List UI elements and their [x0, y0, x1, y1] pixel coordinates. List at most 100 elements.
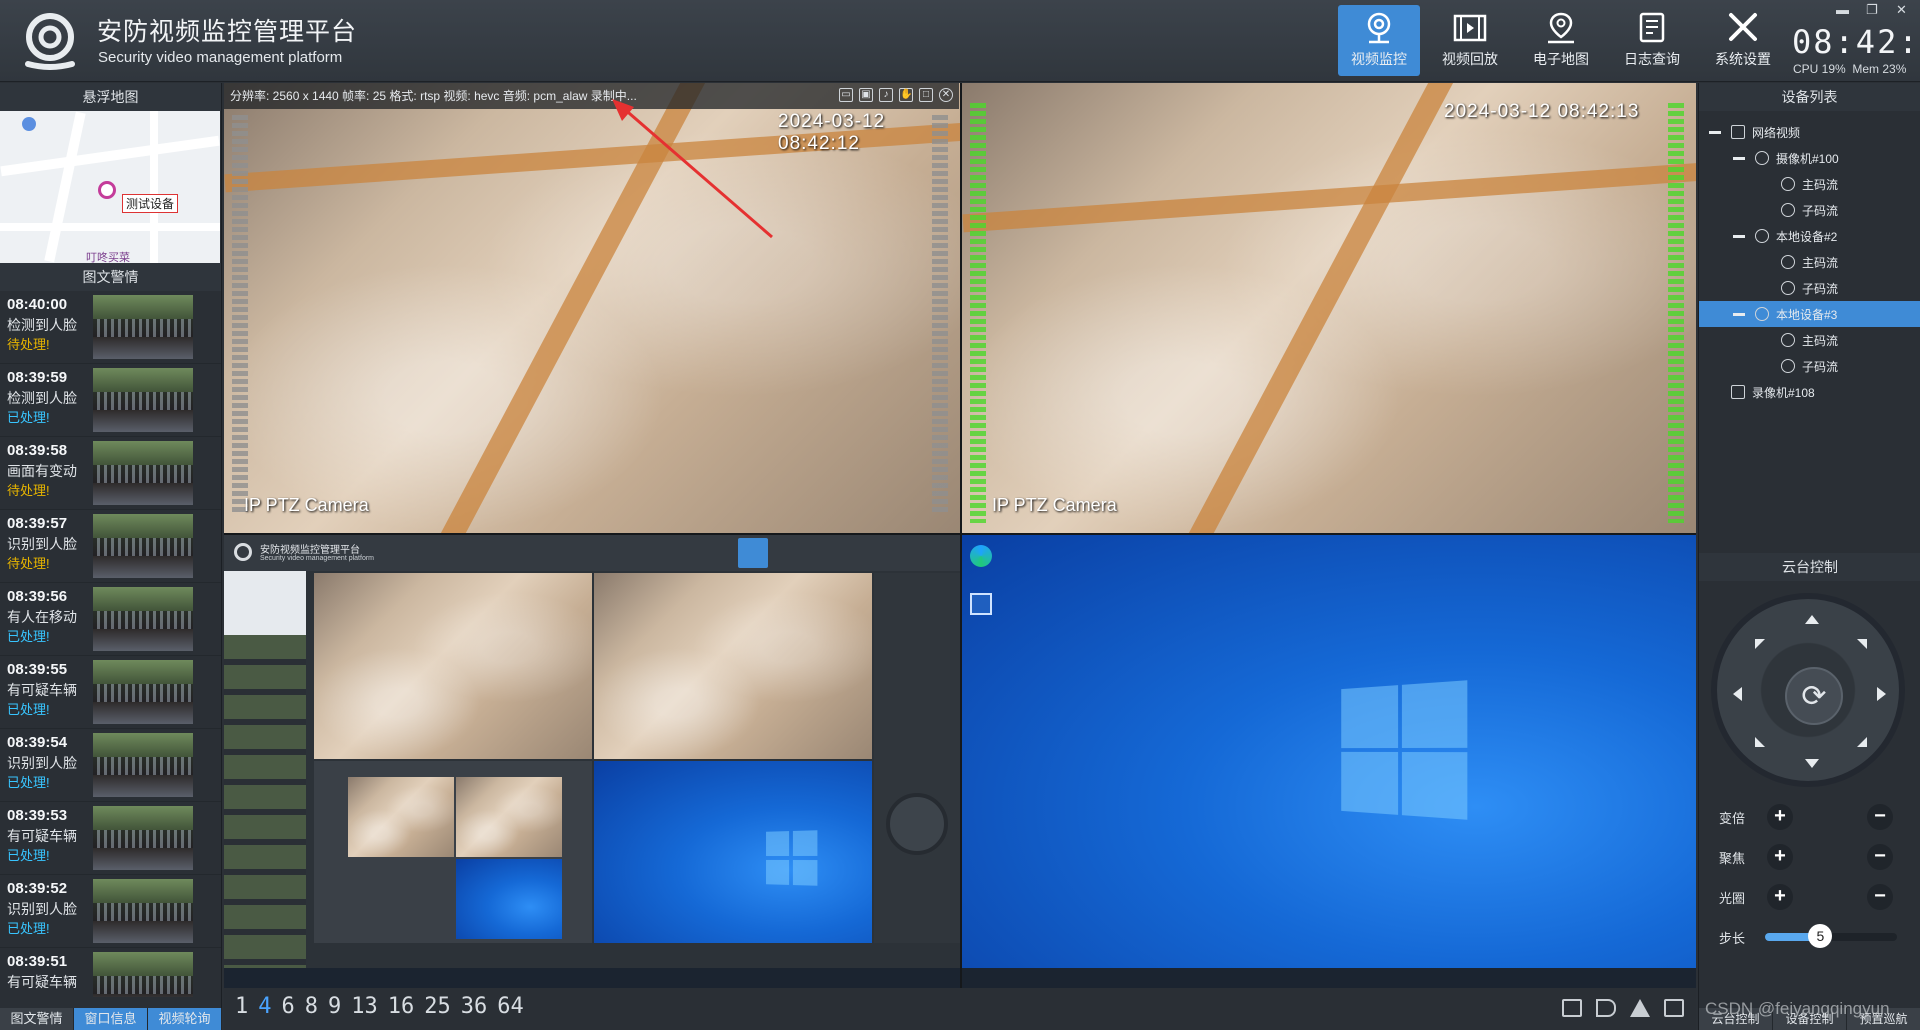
- alert-icon[interactable]: [1630, 999, 1650, 1017]
- device-tree-node[interactable]: 本地设备#3: [1699, 301, 1920, 327]
- snapshot-icon[interactable]: ▭: [839, 88, 853, 102]
- ptz-up-icon[interactable]: [1805, 615, 1819, 624]
- alarm-thumbnail[interactable]: [93, 952, 193, 997]
- device-tree-node[interactable]: 网络视频: [1699, 119, 1920, 145]
- zoom-in-button[interactable]: +: [1767, 804, 1793, 830]
- focus-far-button[interactable]: −: [1867, 844, 1893, 870]
- ptz-up-left-icon[interactable]: [1755, 639, 1765, 649]
- tab-video-polling[interactable]: 视频轮询: [148, 1008, 222, 1030]
- alarm-thumbnail[interactable]: [93, 441, 193, 505]
- device-pin-icon[interactable]: [98, 181, 116, 199]
- ptz-hand-icon[interactable]: ✋: [899, 88, 913, 102]
- nav-video-monitor[interactable]: 视频监控: [1338, 5, 1420, 76]
- device-tree-node[interactable]: 录像机#108: [1699, 379, 1920, 405]
- ptz-down-left-icon[interactable]: [1755, 737, 1765, 747]
- right-panel: 设备列表 网络视频 摄像机#100 主码流 子码流 本地设备#2 主码流 子码流 本地设备#3…: [1698, 83, 1920, 1030]
- alarm-desc: 识别到人脸: [7, 536, 77, 552]
- alarm-item[interactable]: 08:39:52 识别到人脸 已处理!: [0, 875, 221, 948]
- collapse-icon[interactable]: [1733, 234, 1745, 238]
- split-4-button[interactable]: 4: [258, 994, 271, 1019]
- mute-icon[interactable]: [1596, 999, 1616, 1017]
- split-9-button[interactable]: 9: [328, 994, 341, 1019]
- alarm-thumbnail[interactable]: [93, 879, 193, 943]
- alarm-item[interactable]: 08:39:57 识别到人脸 待处理!: [0, 510, 221, 583]
- video-window-1[interactable]: 2024-03-12 08:42:12 IP PTZ Camera 分辨率: 2…: [224, 83, 960, 533]
- record-icon[interactable]: ▣: [859, 88, 873, 102]
- ptz-up-right-icon[interactable]: [1857, 639, 1867, 649]
- device-tree-node[interactable]: 摄像机#100: [1699, 145, 1920, 171]
- device-tree-node[interactable]: 子码流: [1699, 275, 1920, 301]
- ptz-auto-rotate-icon[interactable]: ⟳: [1785, 667, 1843, 725]
- alarm-thumbnail[interactable]: [93, 660, 193, 724]
- split-64-button[interactable]: 64: [497, 994, 524, 1019]
- map-device-label: 测试设备: [122, 194, 179, 213]
- device-tree-node[interactable]: 子码流: [1699, 353, 1920, 379]
- restore-button[interactable]: ❐: [1866, 2, 1878, 18]
- video-window-2[interactable]: 2024-03-12 08:42:13 IP PTZ Camera: [962, 83, 1696, 533]
- zoom-out-button[interactable]: −: [1867, 804, 1893, 830]
- nav-system-settings[interactable]: 系统设置: [1702, 5, 1784, 76]
- alarm-thumbnail[interactable]: [93, 733, 193, 797]
- video-window-3[interactable]: 安防视频监控管理平台 Security video management pla…: [224, 535, 960, 988]
- split-25-button[interactable]: 25: [424, 994, 451, 1019]
- split-6-button[interactable]: 6: [282, 994, 295, 1019]
- device-tree-node[interactable]: 本地设备#2: [1699, 223, 1920, 249]
- collapse-icon[interactable]: [1733, 156, 1745, 160]
- split-1-button[interactable]: 1: [235, 994, 248, 1019]
- alarm-item[interactable]: 08:39:53 有可疑车辆 已处理!: [0, 802, 221, 875]
- alarm-item[interactable]: 08:39:58 画面有变动 待处理!: [0, 437, 221, 510]
- app-title: 安防视频监控管理平台: [97, 18, 358, 46]
- floating-map[interactable]: 测试设备 叮咚买菜: [0, 111, 220, 263]
- system-stats: CPU 19% Mem 23%: [1793, 62, 1906, 76]
- close-video-icon[interactable]: ✕: [939, 88, 953, 102]
- fullscreen-icon[interactable]: [1664, 999, 1684, 1017]
- alarm-item[interactable]: 08:39:54 识别到人脸 已处理!: [0, 729, 221, 802]
- nested-video-1: [314, 573, 592, 759]
- fullscreen-icon[interactable]: □: [919, 88, 933, 102]
- alarm-thumbnail[interactable]: [93, 806, 193, 870]
- minimize-button[interactable]: ▬: [1836, 2, 1849, 17]
- alarm-item[interactable]: 08:39:51 有可疑车辆: [0, 948, 221, 997]
- alarm-thumbnail[interactable]: [93, 368, 193, 432]
- collapse-icon[interactable]: [1709, 130, 1721, 134]
- ptz-down-icon[interactable]: [1805, 759, 1819, 768]
- alarm-text: 08:39:53 有可疑车辆 已处理!: [7, 806, 93, 874]
- split-8-button[interactable]: 8: [305, 994, 318, 1019]
- alarm-item[interactable]: 08:40:00 检测到人脸 待处理!: [0, 291, 221, 364]
- iris-close-button[interactable]: −: [1867, 884, 1893, 910]
- nav-video-playback[interactable]: 视频回放: [1429, 5, 1511, 76]
- ptz-down-right-icon[interactable]: [1857, 737, 1867, 747]
- split-13-button[interactable]: 13: [351, 994, 378, 1019]
- iris-open-button[interactable]: +: [1767, 884, 1793, 910]
- alarm-item[interactable]: 08:39:59 检测到人脸 已处理!: [0, 364, 221, 437]
- audio-icon[interactable]: ♪: [879, 88, 893, 102]
- step-slider-knob[interactable]: 5: [1808, 924, 1833, 948]
- camera-icon: [1781, 203, 1795, 217]
- step-slider[interactable]: 5: [1765, 924, 1897, 948]
- focus-near-button[interactable]: +: [1767, 844, 1793, 870]
- device-tree-node[interactable]: 主码流: [1699, 327, 1920, 353]
- snapshot-all-icon[interactable]: [1562, 999, 1582, 1017]
- tab-window-info[interactable]: 窗口信息: [74, 1008, 148, 1030]
- close-button[interactable]: ✕: [1896, 2, 1907, 18]
- alarm-thumbnail[interactable]: [93, 295, 193, 359]
- watermark: CSDN @feiyangqingyun: [1705, 999, 1890, 1018]
- tab-alarm-info[interactable]: 图文警情: [0, 1008, 74, 1030]
- alarm-item[interactable]: 08:39:55 有可疑车辆 已处理!: [0, 656, 221, 729]
- nav-log-query[interactable]: 日志查询: [1611, 5, 1693, 76]
- collapse-icon[interactable]: [1733, 312, 1745, 316]
- ptz-left-icon[interactable]: [1733, 687, 1742, 701]
- device-tree-node[interactable]: 主码流: [1699, 171, 1920, 197]
- alarm-thumbnail[interactable]: [93, 514, 193, 578]
- split-36-button[interactable]: 36: [461, 994, 488, 1019]
- ptz-direction-wheel[interactable]: ⟳: [1711, 593, 1905, 787]
- device-tree-node[interactable]: 子码流: [1699, 197, 1920, 223]
- map-poi-label: 叮咚买菜: [86, 252, 130, 263]
- alarm-item[interactable]: 08:39:56 有人在移动 已处理!: [0, 583, 221, 656]
- video-window-4[interactable]: [962, 535, 1696, 988]
- split-16-button[interactable]: 16: [388, 994, 415, 1019]
- nav-emap[interactable]: 电子地图: [1520, 5, 1602, 76]
- ptz-right-icon[interactable]: [1877, 687, 1886, 701]
- alarm-thumbnail[interactable]: [93, 587, 193, 651]
- device-tree-node[interactable]: 主码流: [1699, 249, 1920, 275]
